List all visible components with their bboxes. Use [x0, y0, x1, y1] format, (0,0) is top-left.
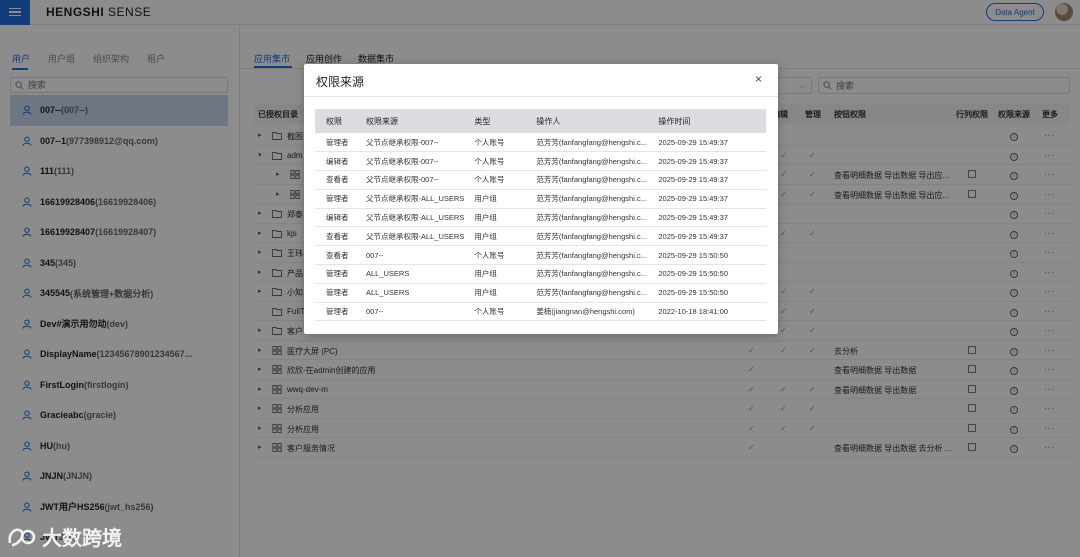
cell-operator: 范芳芳(fanfangfang@hengshi.c... — [525, 245, 648, 266]
table-row: 查看者 007-- 个人账号 范芳芳(fanfangfang@hengshi.c...… — [315, 245, 766, 266]
dialog-divider — [304, 96, 778, 97]
table-row: 编辑者 父节点继承权限-ALL_USERS 用户组 范芳芳(fanfangfang@h… — [315, 208, 766, 228]
cell-operator: 范芳芳(fanfangfang@hengshi.c... — [525, 226, 648, 247]
cell-type: 个人账号 — [464, 245, 526, 266]
cell-source: 父节点继承权限-007-- — [355, 151, 465, 172]
cell-source: 007-- — [355, 302, 465, 322]
cell-permission: 管理者 — [315, 189, 355, 209]
cell-source: 007-- — [355, 245, 465, 266]
cell-permission: 查看者 — [315, 245, 355, 266]
cell-operate-time: 2025-09-29 15:50:50 — [647, 264, 766, 284]
cell-source: ALL_USERS — [355, 283, 465, 303]
cell-operator: 姜楠(jiangnan@hengshi.com) — [525, 302, 648, 322]
cell-permission: 查看者 — [315, 170, 355, 190]
cell-operator: 范芳芳(fanfangfang@hengshi.c... — [525, 133, 648, 153]
dialog-title: 权限来源 — [316, 75, 365, 89]
cell-operate-time: 2025-09-29 15:50:50 — [647, 283, 766, 303]
cell-operate-time: 2025-09-29 15:49:37 — [647, 189, 766, 209]
cell-type: 用户组 — [464, 208, 526, 228]
cell-permission: 管理者 — [315, 133, 355, 153]
table-header-row: 权限 权限来源 类型 操作人 操作时间 — [315, 109, 766, 133]
cell-operate-time: 2025-09-29 15:49:37 — [647, 170, 766, 190]
cell-permission: 管理者 — [315, 302, 355, 322]
close-icon[interactable]: × — [755, 72, 762, 86]
cell-operator: 范芳芳(fanfangfang@hengshi.c... — [525, 189, 648, 209]
cell-permission: 管理者 — [315, 283, 355, 303]
table-row: 查看者 父节点继承权限-ALL_USERS 用户组 范芳芳(fanfangfang@h… — [315, 226, 766, 247]
cell-operate-time: 2025-09-29 15:49:37 — [647, 208, 766, 228]
cell-source: 父节点继承权限-ALL_USERS — [355, 208, 465, 228]
cell-operate-time: 2025-09-29 15:50:50 — [647, 245, 766, 266]
table-row: 编辑者 父节点继承权限-007-- 个人账号 范芳芳(fanfangfang@heng… — [315, 151, 766, 172]
cell-type: 用户组 — [464, 189, 526, 209]
col-type: 类型 — [464, 109, 526, 133]
cell-source: 父节点继承权限-ALL_USERS — [355, 189, 465, 209]
table-row: 管理者 父节点继承权限-007-- 个人账号 范芳芳(fanfangfang@heng… — [315, 133, 766, 153]
cell-operator: 范芳芳(fanfangfang@hengshi.c... — [525, 151, 648, 172]
permission-source-dialog: 权限来源 × 权限 权限来源 类型 操作人 操作时间 管理者 父节点继承权限-00… — [304, 64, 778, 334]
col-operator: 操作人 — [525, 109, 648, 133]
cell-type: 个人账号 — [464, 151, 526, 172]
watermark-logo-icon — [8, 528, 36, 546]
cell-type: 用户组 — [464, 283, 526, 303]
cell-type: 用户组 — [464, 264, 526, 284]
table-row: 管理者 父节点继承权限-ALL_USERS 用户组 范芳芳(fanfangfang@h… — [315, 189, 766, 209]
cell-permission: 编辑者 — [315, 151, 355, 172]
table-row: 管理者 007-- 个人账号 姜楠(jiangnan@hengshi.com) 2022… — [315, 302, 766, 322]
cell-type: 个人账号 — [464, 170, 526, 190]
cell-type: 个人账号 — [464, 133, 526, 153]
permission-source-table: 权限 权限来源 类型 操作人 操作时间 管理者 父节点继承权限-007-- 个人账号… — [315, 109, 766, 322]
cell-operate-time: 2025-09-29 15:49:37 — [647, 226, 766, 247]
cell-type: 个人账号 — [464, 302, 526, 322]
cell-operator: 范芳芳(fanfangfang@hengshi.c... — [525, 170, 648, 190]
table-row: 管理者 ALL_USERS 用户组 范芳芳(fanfangfang@hengshi.c… — [315, 264, 766, 284]
cell-operate-time: 2025-09-29 15:49:37 — [647, 133, 766, 153]
cell-permission: 编辑者 — [315, 208, 355, 228]
cell-operate-time: 2025-09-29 15:49:37 — [647, 151, 766, 172]
cell-operate-time: 2022-10-18 18:41:00 — [647, 302, 766, 322]
cell-source: ALL_USERS — [355, 264, 465, 284]
col-operate-time: 操作时间 — [647, 109, 766, 133]
cell-operator: 范芳芳(fanfangfang@hengshi.c... — [525, 208, 648, 228]
col-permission: 权限 — [315, 109, 355, 133]
watermark-text: 大数跨境 — [42, 528, 122, 550]
watermark: 大数跨境 — [6, 522, 122, 551]
cell-source: 父节点继承权限-007-- — [355, 133, 465, 153]
cell-permission: 管理者 — [315, 264, 355, 284]
cell-operator: 范芳芳(fanfangfang@hengshi.c... — [525, 264, 648, 284]
table-row: 查看者 父节点继承权限-007-- 个人账号 范芳芳(fanfangfang@heng… — [315, 170, 766, 190]
cell-operator: 范芳芳(fanfangfang@hengshi.c... — [525, 283, 648, 303]
cell-source: 父节点继承权限-ALL_USERS — [355, 226, 465, 247]
cell-permission: 查看者 — [315, 226, 355, 247]
col-source: 权限来源 — [355, 109, 465, 133]
table-row: 管理者 ALL_USERS 用户组 范芳芳(fanfangfang@hengshi.c… — [315, 283, 766, 303]
cell-type: 用户组 — [464, 226, 526, 247]
cell-source: 父节点继承权限-007-- — [355, 170, 465, 190]
